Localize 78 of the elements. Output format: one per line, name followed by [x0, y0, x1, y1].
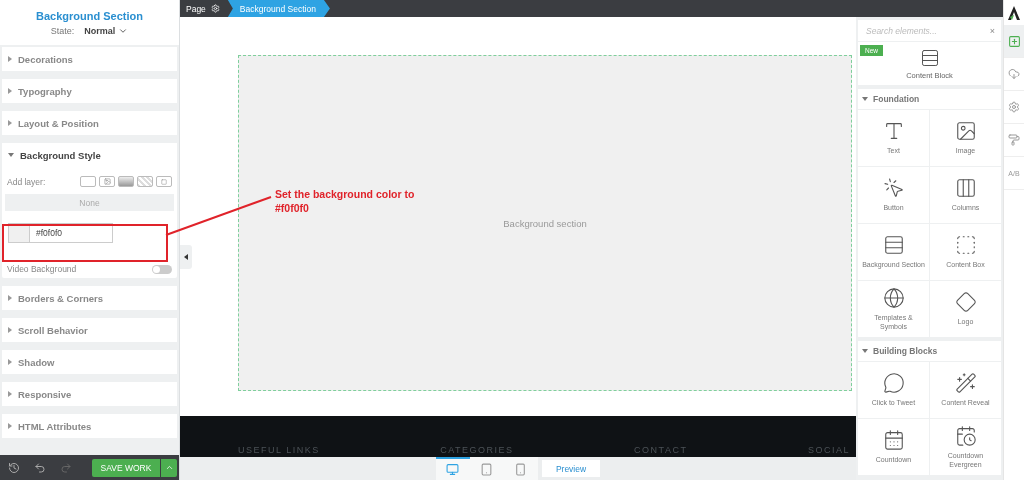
- image-icon: [954, 120, 977, 143]
- section-header[interactable]: Layout & Position: [2, 111, 177, 135]
- color-swatch[interactable]: [8, 223, 29, 243]
- triangle-icon: [8, 359, 12, 365]
- state-dropdown[interactable]: Normal: [84, 25, 129, 36]
- cloud-download-icon: [1008, 68, 1020, 80]
- footer-heading: SOCIAL: [807, 445, 850, 455]
- save-work-button[interactable]: SAVE WORK: [92, 458, 160, 477]
- phone-icon: [514, 463, 528, 476]
- calendar-clock-icon: [954, 424, 977, 447]
- history-button[interactable]: [8, 461, 20, 474]
- solid-layer-button[interactable]: [80, 176, 96, 187]
- group-header[interactable]: Building Blocks: [858, 341, 1001, 361]
- search-field[interactable]: Search elements... ×: [858, 20, 1001, 41]
- triangle-icon: [8, 88, 12, 94]
- columns-icon: [954, 177, 977, 200]
- triangle-icon: [862, 97, 868, 101]
- triangle-icon: [8, 295, 12, 301]
- undo-button[interactable]: [34, 461, 46, 474]
- add-button[interactable]: [1004, 25, 1024, 58]
- footer-heading: USEFUL LINKS: [238, 445, 320, 455]
- preview-button[interactable]: Preview: [541, 460, 601, 477]
- footer-heading: CATEGORIES: [440, 445, 514, 455]
- video-background-toggle[interactable]: [152, 264, 172, 274]
- tablet-icon: [480, 463, 494, 476]
- triangle-icon: [862, 349, 868, 353]
- rows-icon: [919, 47, 940, 68]
- history-icon: [8, 461, 20, 474]
- rows-icon: [882, 234, 905, 257]
- pattern-layer-button[interactable]: [137, 176, 153, 187]
- logo-icon: [1008, 5, 1020, 20]
- settings-icon: [210, 4, 220, 13]
- gradient-layer-button[interactable]: [118, 176, 134, 187]
- footer-heading: CONTACT: [634, 445, 688, 455]
- add-icon: [1007, 34, 1021, 48]
- section-header[interactable]: Shadow: [2, 350, 177, 374]
- wand-icon: [954, 372, 977, 395]
- triangle-icon: [8, 391, 12, 397]
- globe-icon: [882, 286, 905, 309]
- section-header[interactable]: Borders & Corners: [2, 286, 177, 310]
- diamond-icon: [954, 291, 977, 314]
- section-header[interactable]: Responsive: [2, 382, 177, 406]
- triangle-icon: [8, 423, 12, 429]
- layer-list: None: [5, 194, 174, 211]
- triangle-icon: [8, 153, 14, 157]
- section-header[interactable]: Scroll Behavior: [2, 318, 177, 342]
- close-button[interactable]: ×: [989, 25, 995, 36]
- caret-left-icon: [184, 254, 188, 260]
- paint-roller-icon: [1008, 134, 1020, 146]
- caret-icon: [164, 463, 174, 472]
- undo-icon: [34, 461, 46, 474]
- desktop-icon: [446, 463, 460, 476]
- pointer-icon: [882, 177, 905, 200]
- image-layer-button[interactable]: [99, 176, 115, 187]
- group-header[interactable]: Foundation: [858, 89, 1001, 109]
- video-background-label: Video Background: [7, 264, 77, 274]
- color-field[interactable]: #f0f0f0: [29, 223, 113, 243]
- section-header[interactable]: Decorations: [2, 47, 177, 71]
- breadcrumb-item[interactable]: Background Section: [227, 0, 330, 17]
- add-layer-label: Add layer:: [7, 176, 46, 187]
- triangle-icon: [8, 56, 12, 62]
- annotation-text: Set the background color to #f0f0f0: [275, 187, 415, 216]
- save-options-button[interactable]: [161, 458, 177, 477]
- dashed-square-icon: [954, 234, 977, 257]
- panel-title: Background Section: [36, 9, 143, 22]
- calendar-icon: [882, 429, 905, 452]
- redo-icon: [60, 461, 72, 474]
- settings-icon: [1008, 101, 1020, 113]
- image-icon: [103, 178, 111, 185]
- breadcrumb-item[interactable]: Page: [180, 0, 228, 17]
- triangle-icon: [8, 327, 12, 333]
- section-header[interactable]: Typography: [2, 79, 177, 103]
- section-header[interactable]: HTML Attributes: [2, 414, 177, 438]
- state-label: State:: [50, 25, 75, 36]
- collapse-panel-button[interactable]: [180, 245, 192, 269]
- triangle-icon: [8, 120, 12, 126]
- chat-bubble-icon: [882, 372, 905, 395]
- video-layer-button[interactable]: [156, 176, 172, 187]
